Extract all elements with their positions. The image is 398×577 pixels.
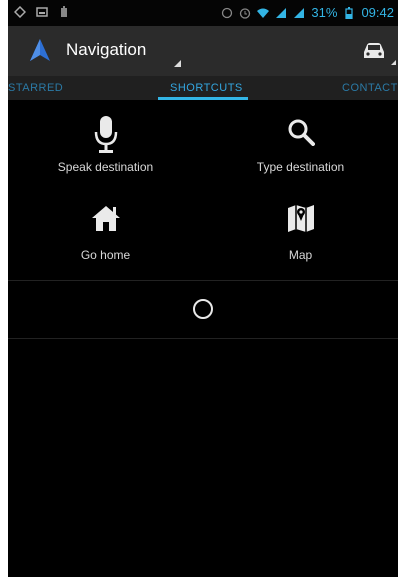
home-icon xyxy=(91,206,120,231)
tab-shortcuts[interactable]: SHORTCUTS xyxy=(170,82,243,94)
app-title[interactable]: Navigation xyxy=(66,40,146,60)
phone-screen: 31% 09:42 Navigation STARRED SHORTCUTS C… xyxy=(8,0,398,577)
shortcuts-grid: Speak destination Type destination Go ho… xyxy=(8,100,398,280)
tab-starred[interactable]: STARRED xyxy=(8,82,63,94)
signal-icon xyxy=(294,7,305,18)
signal-icon xyxy=(276,7,287,18)
type-destination-button[interactable]: Type destination xyxy=(203,100,398,190)
dropdown-indicator-icon xyxy=(174,60,181,67)
car-menu-indicator-icon xyxy=(391,60,396,65)
tab-contacts[interactable]: CONTACTS xyxy=(342,82,398,94)
navigation-arrow-icon[interactable] xyxy=(28,38,52,62)
type-destination-label: Type destination xyxy=(256,160,345,174)
map-icon xyxy=(287,205,314,232)
search-icon xyxy=(288,119,315,146)
clock: 09:42 xyxy=(361,5,394,20)
wifi-icon xyxy=(257,8,270,18)
battery-small-icon xyxy=(61,6,67,17)
car-icon[interactable] xyxy=(360,38,388,64)
sync-icon xyxy=(222,7,233,18)
speak-destination-label: Speak destination xyxy=(57,160,154,174)
go-home-label: Go home xyxy=(80,248,131,262)
tab-bar: STARRED SHORTCUTS CONTACTS xyxy=(8,76,398,100)
battery-icon xyxy=(345,6,354,19)
battery-level: 31% xyxy=(311,5,338,20)
loading-spinner-icon xyxy=(193,299,213,319)
image-icon xyxy=(36,7,48,17)
divider xyxy=(8,280,398,281)
map-button[interactable]: Map xyxy=(203,190,398,280)
action-bar: Navigation xyxy=(8,26,398,76)
divider xyxy=(8,338,398,339)
alarm-icon xyxy=(240,7,251,19)
map-label: Map xyxy=(288,248,313,262)
location-icon xyxy=(14,6,26,18)
go-home-button[interactable]: Go home xyxy=(8,190,203,280)
speak-destination-button[interactable]: Speak destination xyxy=(8,100,203,190)
microphone-icon xyxy=(94,116,117,153)
status-bar: 31% 09:42 xyxy=(8,0,398,26)
